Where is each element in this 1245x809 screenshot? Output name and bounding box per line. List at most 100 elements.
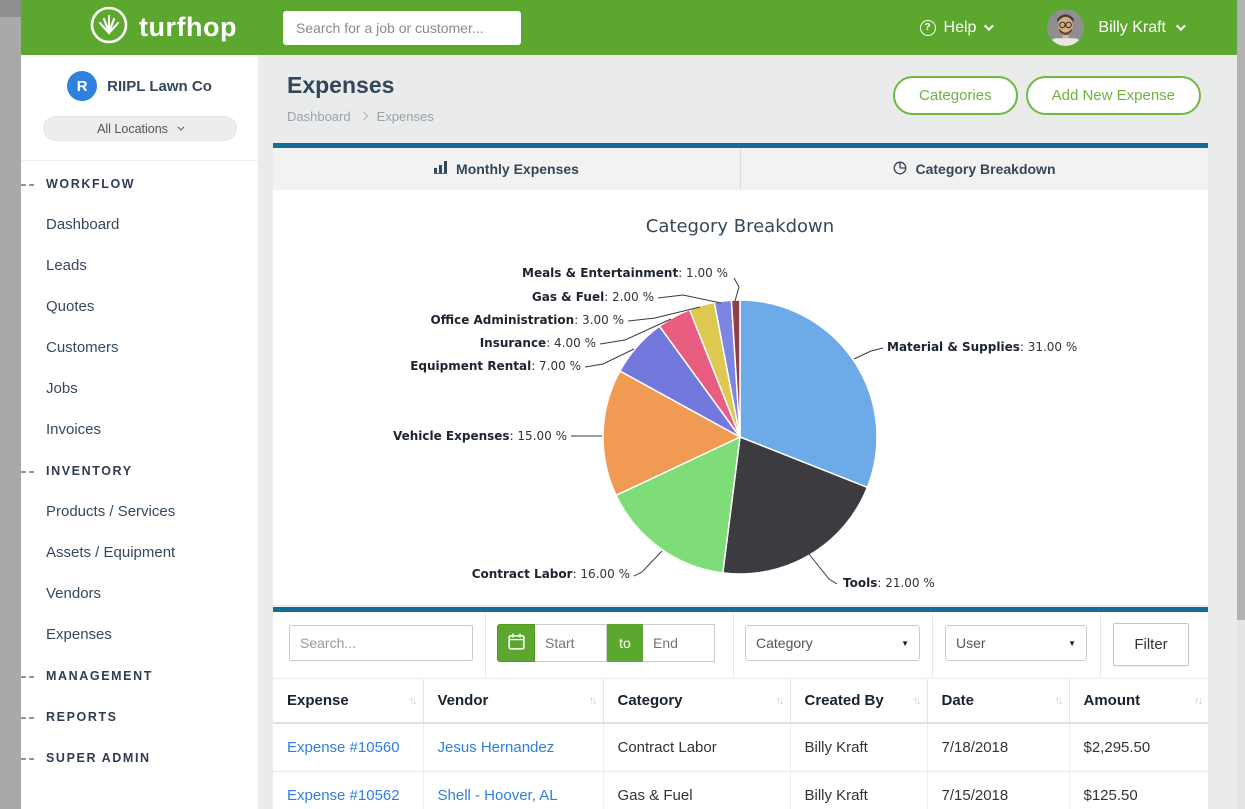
table-search-input[interactable] [289, 625, 473, 661]
filter-bar: to Category ▼ User ▼ Filter [273, 612, 1208, 678]
link-vendor[interactable]: Shell - Hoover, AL [438, 787, 558, 804]
user-menu[interactable]: Billy Kraft [1098, 19, 1183, 37]
brand-name: turfhop [139, 12, 237, 43]
sidebar-item-dashboard[interactable]: Dashboard [21, 204, 258, 245]
cell-date: 7/18/2018 [927, 723, 1069, 772]
sidebar-nav: WORKFLOWDashboardLeadsQuotesCustomersJob… [21, 161, 258, 778]
cell-expense: Expense #10560 [273, 723, 423, 772]
table-row: Expense #10560 Jesus Hernandez Contract La… [273, 723, 1208, 772]
date-start-input[interactable] [535, 624, 607, 662]
user-select[interactable]: User ▼ [945, 625, 1087, 661]
cell-created_by: Billy Kraft [790, 723, 927, 772]
expenses-grid-panel: to Category ▼ User ▼ Filter Expense↑↓Ven… [273, 607, 1208, 809]
pie-label-insurance: Insurance: 4.00 % [480, 336, 596, 350]
bar-chart-icon [434, 161, 448, 177]
question-circle-icon: ? [920, 20, 936, 36]
link-expense[interactable]: Expense #10562 [287, 787, 400, 804]
pie-chart-icon [893, 161, 907, 178]
pie-label-line [658, 295, 721, 303]
sidebar-item-quotes[interactable]: Quotes [21, 286, 258, 327]
cell-category: Contract Labor [603, 723, 790, 772]
table-header-row: Expense↑↓Vendor↑↓Category↑↓Created By↑↓D… [273, 679, 1208, 724]
pie-label-line [634, 551, 662, 576]
sort-arrows-icon[interactable]: ↑↓ [1194, 695, 1201, 707]
sidebar-item-leads[interactable]: Leads [21, 245, 258, 286]
main-content: Expenses Dashboard Expenses CategoriesAd… [258, 55, 1237, 809]
grass-logo-icon [89, 5, 129, 50]
tab-category-breakdown[interactable]: Category Breakdown [740, 148, 1208, 190]
calendar-button[interactable] [497, 624, 535, 662]
company-name: RIIPL Lawn Co [107, 78, 212, 95]
brand-logo[interactable]: turfhop [89, 5, 237, 50]
chevron-down-icon [1176, 21, 1186, 31]
link-expense[interactable]: Expense #10560 [287, 739, 400, 756]
add-new-expense-button[interactable]: Add New Expense [1026, 76, 1201, 115]
date-to-label: to [607, 624, 643, 662]
breadcrumb: Dashboard Expenses [287, 107, 434, 125]
sidebar-section-reports[interactable]: REPORTS [21, 696, 258, 737]
cell-amount: $2,295.50 [1069, 723, 1208, 772]
sort-arrows-icon[interactable]: ↑↓ [409, 695, 416, 707]
sort-arrows-icon[interactable]: ↑↓ [1055, 695, 1062, 707]
section-dashes-icon [21, 184, 34, 186]
column-header-expense[interactable]: Expense↑↓ [273, 679, 423, 724]
section-dashes-icon [21, 471, 34, 473]
sort-arrows-icon[interactable]: ↑↓ [776, 695, 783, 707]
pie-label-line [734, 278, 739, 301]
help-menu[interactable]: ? Help [920, 19, 992, 37]
pie-label-contract-labor: Contract Labor: 16.00 % [472, 567, 630, 581]
breadcrumb-current: Expenses [377, 109, 434, 124]
sidebar-section-workflow[interactable]: WORKFLOW [21, 163, 258, 204]
column-header-amount[interactable]: Amount↑↓ [1069, 679, 1208, 724]
expenses-table: Expense↑↓Vendor↑↓Category↑↓Created By↑↓D… [273, 678, 1208, 809]
category-select[interactable]: Category ▼ [745, 625, 920, 661]
date-range-filter: to [497, 624, 715, 662]
caret-down-icon: ▼ [1068, 639, 1076, 648]
sidebar-item-vendors[interactable]: Vendors [21, 573, 258, 614]
sidebar-item-customers[interactable]: Customers [21, 327, 258, 368]
tab-monthly-expenses[interactable]: Monthly Expenses [273, 148, 740, 190]
sidebar-item-assets-equipment[interactable]: Assets / Equipment [21, 532, 258, 573]
category-breakdown-chart: Category BreakdownMaterial & Supplies: 3… [273, 190, 1208, 605]
date-end-input[interactable] [643, 624, 715, 662]
chevron-down-icon [984, 21, 994, 31]
section-dashes-icon [21, 717, 34, 719]
cell-amount: $125.50 [1069, 772, 1208, 809]
sort-arrows-icon[interactable]: ↑↓ [589, 695, 596, 707]
breadcrumb-parent[interactable]: Dashboard [287, 109, 351, 124]
page-actions: CategoriesAdd New Expense [893, 76, 1201, 125]
pie-label-equipment-rental: Equipment Rental: 7.00 % [410, 359, 581, 373]
cell-date: 7/15/2018 [927, 772, 1069, 809]
sidebar-item-jobs[interactable]: Jobs [21, 368, 258, 409]
calendar-icon [507, 632, 526, 654]
categories-button[interactable]: Categories [893, 76, 1018, 115]
column-header-date[interactable]: Date↑↓ [927, 679, 1069, 724]
cell-expense: Expense #10562 [273, 772, 423, 809]
column-header-category[interactable]: Category↑↓ [603, 679, 790, 724]
table-row: Expense #10562Shell - Hoover, ALGas & Fu… [273, 772, 1208, 809]
sidebar-item-expenses[interactable]: Expenses [21, 614, 258, 655]
company-header: R RIIPL Lawn Co [21, 55, 258, 101]
user-name: Billy Kraft [1098, 19, 1166, 37]
sidebar-section-management[interactable]: MANAGEMENT [21, 655, 258, 696]
sort-arrows-icon[interactable]: ↑↓ [913, 695, 920, 707]
user-avatar[interactable] [1047, 9, 1084, 46]
global-search-input[interactable] [283, 11, 521, 45]
sidebar-item-products-services[interactable]: Products / Services [21, 491, 258, 532]
pie-label-material-supplies: Material & Supplies: 31.00 % [887, 340, 1077, 354]
pie-label-tools: Tools: 21.00 % [843, 576, 935, 590]
page-scrollbar[interactable] [1237, 0, 1245, 809]
location-selector[interactable]: All Locations [43, 116, 237, 141]
sidebar-section-super-admin[interactable]: SUPER ADMIN [21, 737, 258, 778]
company-avatar: R [67, 71, 97, 101]
filter-button[interactable]: Filter [1113, 623, 1189, 666]
collapsed-edge-strip [0, 0, 21, 809]
link-vendor[interactable]: Jesus Hernandez [438, 739, 555, 756]
column-header-created-by[interactable]: Created By↑↓ [790, 679, 927, 724]
chevron-down-icon [177, 124, 184, 131]
sidebar-item-invoices[interactable]: Invoices [21, 409, 258, 450]
sidebar-section-inventory[interactable]: INVENTORY [21, 450, 258, 491]
column-header-vendor[interactable]: Vendor↑↓ [423, 679, 603, 724]
section-dashes-icon [21, 758, 34, 760]
pie-label-office-administration: Office Administration: 3.00 % [431, 313, 625, 327]
